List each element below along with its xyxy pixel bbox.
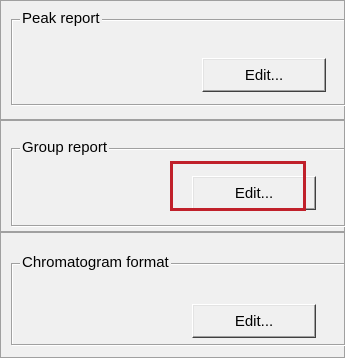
chromatogram-format-panel: Chromatogram format Edit... (0, 232, 345, 358)
group-report-edit-button[interactable]: Edit... (192, 176, 316, 210)
report-settings-area: Peak report Edit... Group report Edit...… (0, 0, 349, 364)
chromatogram-format-groupbox: Chromatogram format Edit... (11, 254, 345, 345)
peak-report-groupbox: Peak report Edit... (11, 10, 345, 105)
group-report-panel: Group report Edit... (0, 120, 345, 232)
peak-report-panel: Peak report Edit... (0, 0, 345, 120)
peak-report-edit-button[interactable]: Edit... (202, 58, 326, 92)
group-report-groupbox: Group report Edit... (11, 139, 345, 226)
peak-report-title: Peak report (20, 10, 102, 28)
chromatogram-format-edit-button[interactable]: Edit... (192, 304, 316, 338)
group-report-title: Group report (20, 139, 110, 157)
chromatogram-format-title: Chromatogram format (20, 254, 171, 272)
